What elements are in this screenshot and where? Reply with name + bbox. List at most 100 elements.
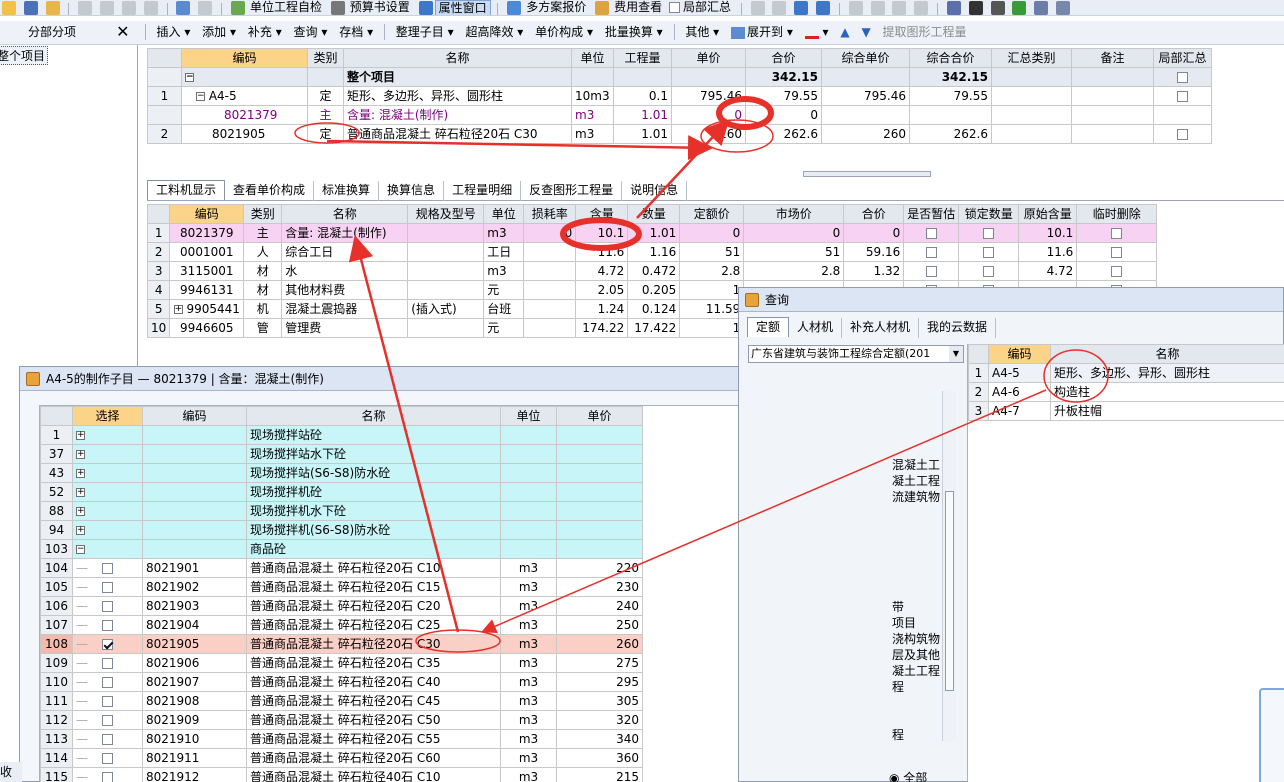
prev-icon[interactable] xyxy=(772,1,787,15)
book-icon[interactable] xyxy=(1012,1,1027,15)
tree-item[interactable]: 流建筑物 xyxy=(892,489,940,505)
collapse-icon[interactable]: − xyxy=(76,545,85,554)
last-icon[interactable] xyxy=(816,1,831,15)
other-menu[interactable]: 其他 ▾ xyxy=(681,21,723,43)
table-row[interactable]: 1 8021379 主含量: 混凝土(制作) m3 0 10.1 1.01 0 0 0 10.1 xyxy=(146,223,1158,243)
col-spec[interactable]: 规格及型号 xyxy=(407,204,485,224)
table-row[interactable]: 2 8021905 定 普通商品混凝土 碎石粒径20石 C30 m3 1.01 … xyxy=(147,124,1212,144)
table-row[interactable]: 1 A4-5 矩形、多边形、异形、圆形柱 xyxy=(968,363,1284,383)
chevron-down-icon[interactable]: ▼ xyxy=(949,346,963,362)
tab-unit-price[interactable]: 查看单价构成 xyxy=(225,181,315,201)
tree-item[interactable]: 凝土工程 xyxy=(892,473,940,489)
open-icon[interactable] xyxy=(45,1,60,15)
col-amount[interactable]: 含量 xyxy=(575,204,629,224)
row-checkbox[interactable] xyxy=(1111,228,1123,239)
people-icon[interactable] xyxy=(1034,1,1049,15)
expand-icon[interactable]: + xyxy=(76,507,85,516)
document-icon[interactable] xyxy=(1056,1,1071,15)
delete-icon[interactable] xyxy=(143,1,158,15)
col-cprice[interactable]: 综合单价 xyxy=(821,48,910,68)
row-checkbox[interactable] xyxy=(101,563,113,574)
quota-library-select[interactable]: 广东省建筑与装饰工程综合定额(201 ▼ xyxy=(748,345,964,363)
col-remark[interactable]: 备注 xyxy=(1071,48,1154,68)
color-menu[interactable]: ▾ xyxy=(801,21,833,43)
budget-settings-button[interactable]: 预算书设置 xyxy=(347,0,413,15)
self-check-icon[interactable] xyxy=(230,1,245,15)
property-window-button[interactable]: 属性窗口 xyxy=(434,0,491,15)
move-down-icon[interactable]: ▼ xyxy=(857,21,874,43)
radio-all[interactable]: ◉ 全部 xyxy=(889,769,927,782)
row-checkbox[interactable] xyxy=(101,734,113,745)
table-row[interactable]: 111— 8021908 普通商品混凝土 碎石粒径20石 C45 m3 305 xyxy=(40,691,643,711)
table-row[interactable]: 1 − A4-5 定 矩形、多边形、异形、圆形柱 10m3 0.1 795.46… xyxy=(147,86,1212,106)
row-checkbox[interactable] xyxy=(925,247,937,258)
col-summary-type[interactable]: 汇总类别 xyxy=(991,48,1072,68)
table-row[interactable]: 112— 8021909 普通商品混凝土 碎石粒径20石 C50 m3 320 xyxy=(40,710,643,730)
tab-graphic-quantity[interactable]: 反查图形工程量 xyxy=(521,181,623,201)
col-lock[interactable]: 锁定数量 xyxy=(958,204,1020,224)
tab-description[interactable]: 说明信息 xyxy=(622,181,688,201)
col-type[interactable]: 类别 xyxy=(243,204,283,224)
col-total[interactable]: 合价 xyxy=(843,204,905,224)
row-checkbox[interactable] xyxy=(925,228,937,239)
col-price[interactable]: 单价 xyxy=(671,48,746,68)
splitter-handle[interactable] xyxy=(803,171,931,177)
col-select[interactable]: 选择 xyxy=(72,406,143,426)
col-qty[interactable]: 工程量 xyxy=(613,48,672,68)
tree-item[interactable]: 浇构筑物 xyxy=(892,631,940,647)
table-row[interactable]: 110— 8021907 普通商品混凝土 碎石粒径20石 C40 m3 295 xyxy=(40,672,643,692)
left-icon[interactable] xyxy=(848,1,863,15)
table-row[interactable]: 3 3115001 材水 m3 4.72 0.472 2.8 2.8 1.32 4.72 xyxy=(146,261,1158,281)
row-checkbox[interactable] xyxy=(101,620,113,631)
collapse-icon[interactable]: − xyxy=(185,73,194,82)
row-checkbox[interactable] xyxy=(1111,247,1123,258)
col-loss[interactable]: 损耗率 xyxy=(523,204,577,224)
row-checkbox[interactable] xyxy=(101,715,113,726)
group-row[interactable]: 43 + 现场搅拌站(S6-S8)防水砼 xyxy=(40,463,643,483)
insert-menu[interactable]: 插入 ▾ xyxy=(152,21,194,43)
row-checkbox[interactable] xyxy=(101,582,113,593)
expand-to-menu[interactable]: 展开到 ▾ xyxy=(727,21,797,43)
col-name[interactable]: 名称 xyxy=(281,204,409,224)
table-row[interactable]: 8021379 主 含量: 混凝土(制作) m3 1.01 0 0 xyxy=(147,105,1212,125)
save-icon[interactable] xyxy=(23,1,38,15)
right-icon[interactable] xyxy=(870,1,885,15)
move-up-icon[interactable]: ▲ xyxy=(836,21,853,43)
col-local-summary[interactable]: 局部汇总 xyxy=(1153,48,1212,68)
copy-icon[interactable] xyxy=(100,1,115,15)
col-mprice[interactable]: 市场价 xyxy=(743,204,845,224)
tree-item[interactable]: 程 xyxy=(892,679,904,695)
row-checkbox[interactable] xyxy=(101,772,113,782)
unit-price-menu[interactable]: 单价构成 ▾ xyxy=(531,21,597,43)
expand-icon[interactable]: + xyxy=(76,450,85,459)
fee-view-button[interactable]: 费用查看 xyxy=(611,0,665,15)
table-row[interactable]: 108— 8021905 普通商品混凝土 碎石粒径20石 C30 m3 260 xyxy=(40,634,643,654)
next-icon[interactable] xyxy=(794,1,809,15)
row-checkbox[interactable] xyxy=(101,658,113,669)
tree-item[interactable]: 项目 xyxy=(892,615,916,631)
tab-standard-convert[interactable]: 标准换算 xyxy=(314,181,380,201)
tab-supplement-resources[interactable]: 补充人材机 xyxy=(842,318,920,338)
expand-icon[interactable]: + xyxy=(76,488,85,497)
folder-open-icon[interactable] xyxy=(2,1,16,15)
group-row[interactable]: 88 + 现场搅拌机水下砼 xyxy=(40,501,643,521)
row-checkbox[interactable] xyxy=(983,247,995,258)
tab-convert-info[interactable]: 换算信息 xyxy=(379,181,445,201)
col-total[interactable]: 合价 xyxy=(745,48,822,68)
row-checkbox[interactable] xyxy=(925,266,937,277)
tab-quota[interactable]: 定额 xyxy=(747,317,790,337)
expand-icon[interactable]: + xyxy=(76,469,85,478)
row-checkbox[interactable] xyxy=(101,601,113,612)
col-unit[interactable]: 单位 xyxy=(571,48,614,68)
undo-icon[interactable] xyxy=(176,1,191,15)
down-icon[interactable] xyxy=(914,1,929,15)
col-type[interactable]: 类别 xyxy=(307,48,344,68)
fx-icon[interactable] xyxy=(968,1,983,15)
local-summary-checkbox[interactable] xyxy=(668,2,680,13)
table-row[interactable]: 104— 8021901 普通商品混凝土 碎石粒径20石 C10 m3 220 xyxy=(40,558,643,578)
local-summary-checkbox[interactable] xyxy=(1177,91,1188,102)
col-name[interactable]: 名称 xyxy=(246,406,501,426)
tree-item[interactable]: 带 xyxy=(892,599,904,615)
group-row[interactable]: 1 + 现场搅拌站砼 xyxy=(40,425,643,445)
extract-quantity-button[interactable]: 提取图形工程量 xyxy=(879,21,971,43)
